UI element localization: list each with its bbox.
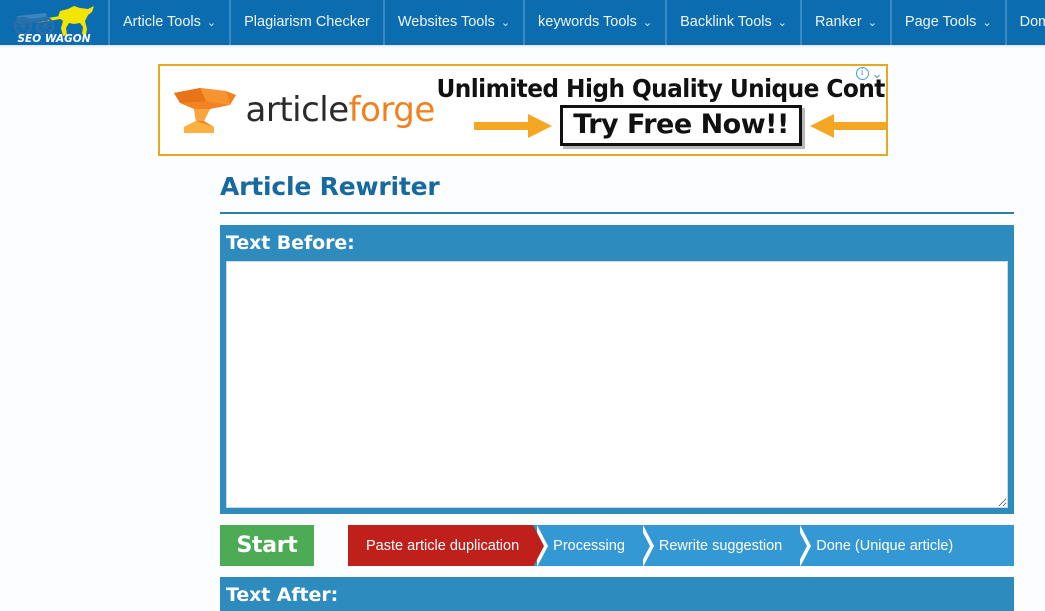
progress-step-label: Processing: [553, 537, 625, 554]
progress-step-paste-article-duplication[interactable]: Paste article duplication: [348, 525, 534, 566]
nav-label: Websites Tools: [397, 14, 495, 31]
progress-step-processing[interactable]: Processing: [533, 525, 639, 566]
arrow-left-icon: [808, 113, 886, 139]
arrow-right-icon: [474, 113, 554, 139]
nav-item-domain-tools[interactable]: Domain Tools: [1007, 0, 1045, 45]
ad-cta-row: Try Free Now!!: [474, 105, 886, 146]
top-navigation-bar: SEO WAGON Article Tools ⌄ Plagiarism Che…: [0, 0, 1045, 45]
action-row: Start Paste article duplication Processi…: [220, 525, 1014, 566]
chevron-down-icon: ⌄: [867, 17, 877, 29]
nav-item-backlink-tools[interactable]: Backlink Tools ⌄: [667, 0, 802, 45]
nav-item-plagiarism-checker[interactable]: Plagiarism Checker: [231, 0, 385, 45]
ad-advertiser-name-part1: article: [245, 90, 350, 130]
nav-label: Domain Tools: [1019, 14, 1045, 31]
nav-item-websites-tools[interactable]: Websites Tools ⌄: [385, 0, 526, 45]
progress-step-label: Rewrite suggestion: [658, 537, 783, 554]
content-container: Article Rewriter Text Before: Start Past…: [220, 172, 1014, 611]
text-after-heading: Text After:: [221, 578, 1013, 611]
nav-label: Page Tools: [904, 14, 977, 31]
text-before-panel: Text Before:: [220, 225, 1014, 514]
nav-label: Ranker: [814, 14, 862, 31]
wagon-horse-logo-icon: SEO WAGON: [6, 3, 102, 43]
site-logo[interactable]: SEO WAGON: [0, 0, 110, 45]
progress-step-done-unique-article[interactable]: Done (Unique article): [796, 525, 968, 566]
articleforge-ad-banner[interactable]: i ⌄ articleforge Unlimited High Quality …: [157, 64, 888, 156]
text-before-heading: Text Before:: [221, 226, 1013, 261]
ad-cta-button[interactable]: Try Free Now!!: [560, 105, 802, 146]
start-button[interactable]: Start: [220, 525, 314, 566]
ad-logo-lockup: articleforge: [160, 79, 435, 142]
text-before-body: [221, 261, 1013, 513]
advertisement-region: i ⌄ articleforge Unlimited High Quality …: [0, 48, 1045, 156]
nav-label: Article Tools: [123, 14, 201, 31]
nav-item-article-tools[interactable]: Article Tools ⌄: [110, 0, 232, 45]
text-after-panel: Text After:: [220, 577, 1014, 611]
chevron-down-icon: ⌄: [777, 17, 787, 29]
page-title: Article Rewriter: [220, 172, 1014, 214]
main-content: Article Rewriter Text Before: Start Past…: [0, 172, 1045, 611]
progress-step-label: Done (Unique article): [816, 537, 954, 554]
nav-item-page-tools[interactable]: Page Tools ⌄: [892, 0, 1007, 45]
chevron-down-icon: ⌄: [642, 17, 653, 29]
chevron-down-icon: ⌄: [982, 17, 992, 29]
nav-label: Backlink Tools: [680, 14, 772, 31]
anvil-icon: [170, 79, 242, 142]
nav-label: Plagiarism Checker: [244, 14, 370, 31]
brand-wordmark: SEO WAGON: [18, 33, 91, 43]
ad-message-block: Unlimited High Quality Unique Content Tr…: [418, 74, 888, 146]
nav-item-keywords-tools[interactable]: keywords Tools ⌄: [525, 0, 668, 45]
nav-item-ranker[interactable]: Ranker ⌄: [802, 0, 892, 45]
chevron-down-icon: ⌄: [206, 17, 217, 29]
ad-advertiser-name: articleforge: [245, 90, 436, 130]
progress-steps: Paste article duplication Processing Rew…: [348, 525, 1014, 566]
progress-step-label: Paste article duplication: [366, 537, 520, 554]
chevron-down-icon: ⌄: [500, 17, 511, 29]
progress-step-rewrite-suggestion[interactable]: Rewrite suggestion: [638, 525, 797, 566]
nav-label: keywords Tools: [538, 14, 637, 31]
text-before-input[interactable]: [226, 261, 1008, 508]
ad-headline: Unlimited High Quality Unique Content: [435, 74, 888, 103]
